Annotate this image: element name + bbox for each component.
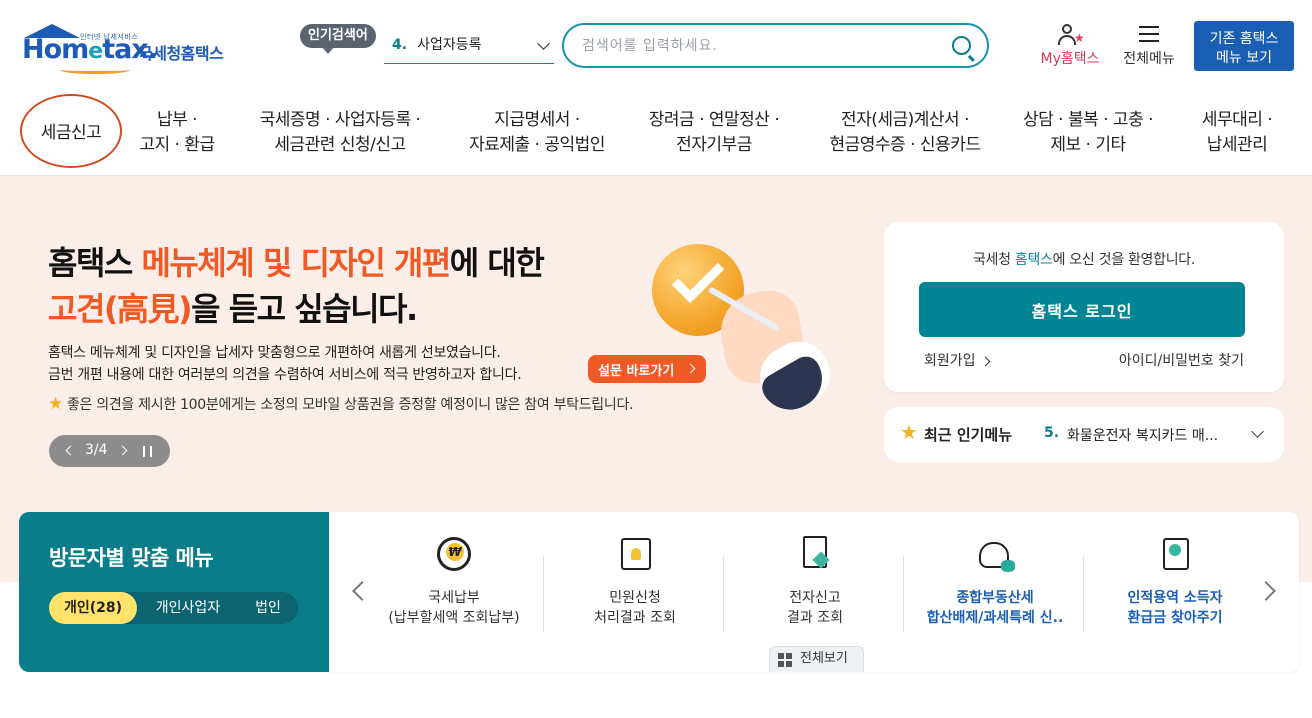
visitor-tabs: 개인(28) 개인사업자 법인 xyxy=(49,592,298,624)
header: 인터넷 납세서비스 Hometax. 국세청홈택스 인기검색어 4. 사업자등록 … xyxy=(0,0,1312,90)
find-account-link[interactable]: 아이디/비밀번호 찾기 xyxy=(1119,350,1244,370)
quick-item-refund[interactable]: 인적용역 소득자 환급금 찾아주기 xyxy=(1085,536,1265,636)
nav-e-invoice[interactable]: 전자(세금)계산서 · 현금영수증 · 신용카드 xyxy=(810,90,1000,176)
divider xyxy=(723,556,724,632)
chevron-right-icon xyxy=(980,356,990,367)
search-box xyxy=(562,23,989,68)
pause-icon[interactable] xyxy=(143,446,152,457)
nav-consulting[interactable]: 상담 · 불복 · 고충 · 제보 · 기타 xyxy=(1006,90,1170,176)
nav-tax-filing[interactable]: 세금신고 xyxy=(22,90,120,176)
main-navigation: 세금신고 납부 · 고지 · 환급 국세증명 · 사업자등록 · 세금관련 신청… xyxy=(0,90,1312,176)
hero-title: 홈택스 메뉴체계 및 디자인 개편에 대한 고견(高見)을 듣고 싶습니다. xyxy=(48,244,545,328)
nav-incentives[interactable]: 장려금 · 연말정산 · 전자기부금 xyxy=(634,90,794,176)
slide-counter: 3/4 xyxy=(85,442,108,458)
full-view-button[interactable]: 전체보기 xyxy=(769,646,864,672)
nav-certificates[interactable]: 국세증명 · 사업자등록 · 세금관련 신청/신고 xyxy=(238,90,442,176)
logo-korean-name: 국세청홈택스 xyxy=(138,44,224,63)
hometax-logo[interactable]: 인터넷 납세서비스 Hometax. 국세청홈택스 xyxy=(20,22,240,74)
hero-illustration xyxy=(652,244,841,421)
my-hometax-button[interactable]: ★ My홈택스 xyxy=(1034,24,1106,68)
file-upload-icon xyxy=(797,536,833,572)
tab-individual[interactable]: 개인(28) xyxy=(49,592,137,624)
nav-payment-statements[interactable]: 지급명세서 · 자료제출 · 공익법인 xyxy=(452,90,622,176)
join-link[interactable]: 회원가입 xyxy=(924,350,990,370)
hero-note: ★ 좋은 의견을 제시한 100분에게는 소정의 모바일 상품권을 증정할 예정이… xyxy=(48,394,634,414)
chevron-down-icon[interactable] xyxy=(1251,425,1264,438)
person-badge-icon xyxy=(1157,536,1193,572)
visitor-menu-title: 방문자별 맞춤 메뉴 xyxy=(49,546,214,570)
star-icon: ★ xyxy=(48,394,63,414)
popular-search-rank: 4. xyxy=(392,37,408,53)
divider xyxy=(543,556,544,632)
prev-slide-icon[interactable] xyxy=(65,445,76,456)
all-menu-button[interactable]: 전체메뉴 xyxy=(1116,24,1182,68)
quick-item-tax-payment[interactable]: 국세납부 (납부할세액 조회납부) xyxy=(364,536,544,636)
my-hometax-label: My홈택스 xyxy=(1040,51,1100,67)
popular-search-select[interactable]: 4. 사업자등록 xyxy=(384,30,554,64)
hero-description: 홈택스 메뉴체계 및 디자인을 납세자 맞춤형으로 개편하여 새롭게 선보였습니… xyxy=(48,345,522,383)
popular-search-badge: 인기검색어 xyxy=(300,24,376,54)
quick-item-e-filing[interactable]: 전자신고 결과 조회 xyxy=(725,536,905,636)
quick-item-civil-request[interactable]: 민원신청 처리결과 조회 xyxy=(545,536,725,636)
quick-menu-carousel: 국세납부 (납부할세액 조회납부) 민원신청 처리결과 조회 전자신고 결과 조… xyxy=(329,512,1299,672)
nav-tax-agent[interactable]: 세무대리 · 납세관리 xyxy=(1182,90,1292,176)
recent-popular-item: 화물운전자 복지카드 매... xyxy=(1067,428,1219,444)
won-coin-icon xyxy=(436,536,472,572)
chevron-down-icon xyxy=(537,37,550,50)
visitor-menu-panel: 방문자별 맞춤 메뉴 개인(28) 개인사업자 법인 xyxy=(19,512,329,672)
search-icon[interactable] xyxy=(952,36,971,55)
tab-sole-proprietor[interactable]: 개인사업자 xyxy=(141,592,235,624)
logo-wordmark: Hometax. xyxy=(22,34,158,65)
logo-swoosh xyxy=(60,66,130,74)
quick-item-property-tax[interactable]: 종합부동산세 합산배제/과세특례 신.. xyxy=(905,536,1085,636)
recent-popular-rank: 5. xyxy=(1044,425,1060,441)
login-button[interactable]: 홈택스 로그인 xyxy=(919,282,1245,337)
legacy-menu-button[interactable]: 기존 홈택스 메뉴 보기 xyxy=(1194,21,1294,71)
person-star-icon: ★ xyxy=(1056,24,1085,46)
recent-popular-title: 최근 인기메뉴 xyxy=(924,426,1013,444)
search-input[interactable] xyxy=(582,33,942,59)
hamburger-icon xyxy=(1139,26,1159,42)
star-icon: ★ xyxy=(900,420,918,444)
tab-corporation[interactable]: 법인 xyxy=(239,592,297,624)
popular-search-item: 사업자등록 xyxy=(417,37,482,53)
recent-popular-menu[interactable]: ★ 최근 인기메뉴 5. 화물운전자 복지카드 매... xyxy=(884,407,1284,462)
money-bag-icon xyxy=(977,536,1015,572)
welcome-text: 국세청 홈택스에 오신 것을 환영합니다. xyxy=(972,252,1196,268)
divider xyxy=(903,556,904,632)
divider xyxy=(1083,556,1084,632)
document-person-icon xyxy=(617,536,653,572)
login-card: 국세청 홈택스에 오신 것을 환영합니다. 홈택스 로그인 회원가입 아이디/비… xyxy=(884,222,1284,392)
grid-icon xyxy=(778,653,792,667)
all-menu-label: 전체메뉴 xyxy=(1123,51,1175,67)
next-slide-icon[interactable] xyxy=(117,445,128,456)
nav-payment[interactable]: 납부 · 고지 · 환급 xyxy=(122,90,232,176)
banner-pager: 3/4 xyxy=(49,435,170,467)
